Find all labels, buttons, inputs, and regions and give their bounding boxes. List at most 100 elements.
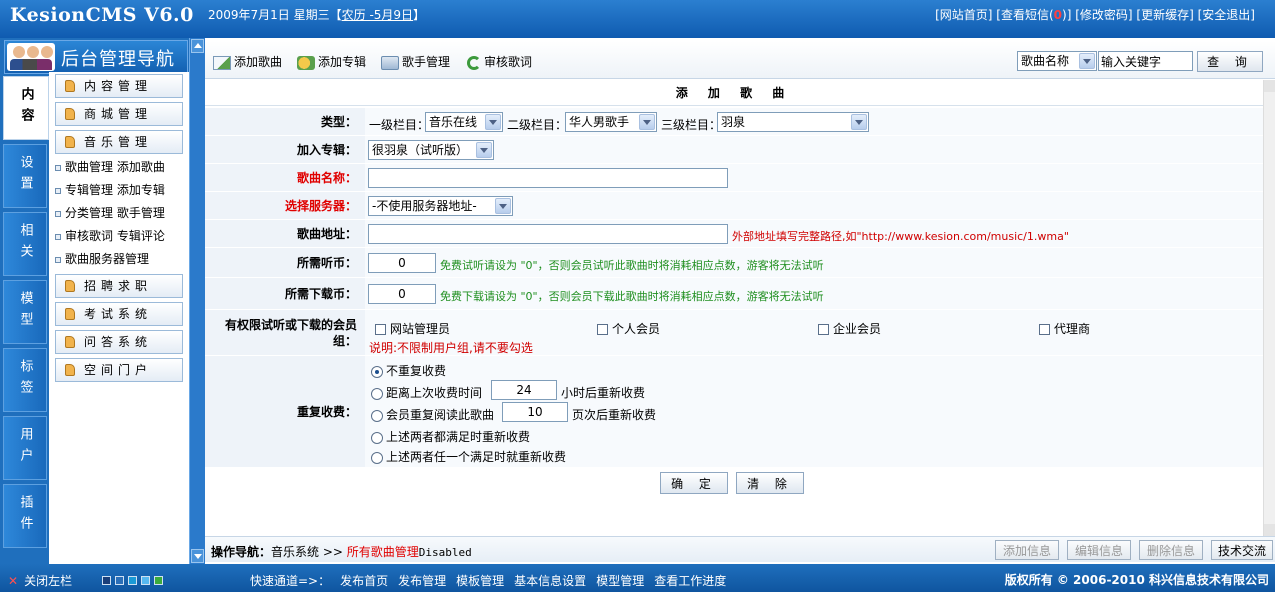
submit-button[interactable]: 确 定 (660, 472, 728, 494)
audit-lyrics-button[interactable]: 审核歌词 (467, 53, 532, 70)
search-field-select[interactable]: 歌曲名称 (1017, 51, 1097, 71)
group-personal-checkbox[interactable]: 个人会员 (597, 320, 660, 337)
repeat-times-radio[interactable]: 会员重复阅读此歌曲 (371, 406, 494, 423)
quick-template-manage[interactable]: 模板管理 (456, 574, 504, 588)
url-row: 歌曲地址： 外部地址填写完整路径,如"http://www.kesion.com… (205, 220, 1263, 248)
refresh-cache-link[interactable]: [更新缓存] (1136, 8, 1193, 22)
scroll-down-icon[interactable] (1264, 524, 1275, 536)
edit-info-button[interactable]: 编辑信息 (1067, 540, 1131, 560)
add-song-link[interactable]: 添加歌曲 (117, 160, 165, 174)
top-header: KesionCMS V6.0 2009年7月1日 星期三【农历 -5月9日】 [… (0, 0, 1275, 38)
nav-music-manage[interactable]: 音乐管理 (55, 130, 183, 154)
server-select[interactable]: -不使用服务器地址- (368, 196, 513, 216)
theme-swatch[interactable] (115, 576, 124, 585)
download-coins-hint: 免费下载请设为 "0"，否则会员下载此歌曲时将消耗相应点数，游客将无法试听 (440, 290, 824, 303)
song-url-input[interactable] (368, 224, 728, 244)
tab-model-label: 模型 (17, 291, 33, 333)
singer-manage-link[interactable]: 歌手管理 (117, 206, 165, 220)
quick-model-manage[interactable]: 模型管理 (596, 574, 644, 588)
album-comments-link[interactable]: 专辑评论 (117, 229, 165, 243)
content-scrollbar[interactable] (1263, 80, 1275, 536)
level3-select[interactable]: 羽泉 (717, 112, 869, 132)
change-password-link[interactable]: [修改密码] (1075, 8, 1132, 22)
repeat-either-label: 上述两者任一个满足时就重新收费 (386, 450, 567, 464)
nav-exam[interactable]: 考试系统 (55, 302, 183, 326)
theme-swatch[interactable] (102, 576, 111, 585)
repeat-times-input[interactable] (502, 402, 568, 422)
download-coins-input[interactable] (368, 284, 436, 304)
repeat-none-radio[interactable]: 不重复收费 (371, 362, 446, 379)
add-album-link[interactable]: 添加专辑 (117, 183, 165, 197)
repeat-either-radio[interactable]: 上述两者任一个满足时就重新收费 (371, 448, 566, 465)
nav-content-manage[interactable]: 内容管理 (55, 74, 183, 98)
tab-plugins[interactable]: 插件 (3, 484, 47, 548)
song-name-input[interactable] (368, 168, 728, 188)
groups-label-text: 有权限试听或下载的会员组： (224, 317, 357, 348)
tab-content[interactable]: 内容 (3, 76, 49, 140)
group-enterprise-label: 企业会员 (833, 322, 882, 336)
singer-icon (381, 55, 399, 70)
repeat-both-radio[interactable]: 上述两者都满足时重新收费 (371, 428, 530, 445)
theme-swatch[interactable] (128, 576, 137, 585)
group-agent-checkbox[interactable]: 代理商 (1039, 320, 1090, 337)
nav-shop-manage[interactable]: 商城管理 (55, 102, 183, 126)
tab-model[interactable]: 模型 (3, 280, 47, 344)
scroll-down-icon[interactable] (191, 549, 204, 563)
bullet-icon (55, 256, 61, 263)
add-song-button[interactable]: 添加歌曲 (213, 53, 282, 70)
group-admin-checkbox[interactable]: 网站管理员 (375, 320, 450, 337)
close-left-panel-button[interactable]: ✕ 关闭左栏 (8, 572, 72, 589)
search-input[interactable] (1098, 51, 1193, 71)
listen-coins-input[interactable] (368, 253, 436, 273)
clear-button[interactable]: 清 除 (736, 472, 804, 494)
type-row: 类型： 一级栏目： 音乐在线 二级栏目： 华人男歌手 三级栏目： 羽泉 (205, 108, 1263, 136)
listen-coins-value: 免费试听请设为 "0"，否则会员试听此歌曲时将消耗相应点数，游客将无法试听 (365, 248, 1263, 278)
breadcrumb-all-songs-link[interactable]: 所有歌曲管理 (347, 545, 419, 559)
group-enterprise-checkbox[interactable]: 企业会员 (818, 320, 881, 337)
theme-swatch[interactable] (141, 576, 150, 585)
logout-link[interactable]: [安全退出] (1198, 8, 1255, 22)
nav-jobs[interactable]: 招聘求职 (55, 274, 183, 298)
nav-scrollbar[interactable] (189, 38, 205, 564)
hand-icon (65, 136, 75, 148)
add-album-button-label: 添加专辑 (318, 55, 367, 69)
repeat-hours-input[interactable] (491, 380, 557, 400)
audit-lyrics-link[interactable]: 审核歌词 (65, 229, 113, 243)
messages-link-end: )] (1062, 8, 1072, 22)
tab-tags[interactable]: 标签 (3, 348, 47, 412)
scroll-up-icon[interactable] (1264, 80, 1275, 92)
song-server-manage-link[interactable]: 歌曲服务器管理 (65, 252, 149, 266)
tab-settings-label: 设置 (17, 155, 33, 197)
home-link[interactable]: [网站首页] (935, 8, 992, 22)
album-select-value: 很羽泉（试听版） (372, 143, 469, 157)
repeat-charge-label: 重复收费： (205, 356, 365, 468)
checkbox-icon (597, 324, 608, 335)
scroll-up-icon[interactable] (191, 39, 204, 53)
theme-swatch[interactable] (154, 576, 163, 585)
repeat-hours-radio[interactable]: 距离上次收费时间 (371, 384, 482, 401)
singer-manage-button[interactable]: 歌手管理 (381, 53, 450, 70)
quick-publish-home[interactable]: 发布首页 (340, 574, 388, 588)
quick-work-progress[interactable]: 查看工作进度 (654, 574, 726, 588)
tab-settings[interactable]: 设置 (3, 144, 47, 208)
tab-users[interactable]: 用户 (3, 416, 47, 480)
nav-qa[interactable]: 问答系统 (55, 330, 183, 354)
song-manage-link[interactable]: 歌曲管理 (65, 160, 113, 174)
nav-space[interactable]: 空间门户 (55, 358, 183, 382)
add-album-button[interactable]: 添加专辑 (297, 53, 366, 70)
delete-info-button[interactable]: 删除信息 (1139, 540, 1203, 560)
download-coins-label: 所需下载币： (205, 278, 365, 310)
level2-select[interactable]: 华人男歌手 (565, 112, 657, 132)
quick-basic-settings[interactable]: 基本信息设置 (514, 574, 586, 588)
lunar-date-link[interactable]: 农历 -5月9日 (342, 8, 413, 22)
album-select[interactable]: 很羽泉（试听版） (368, 140, 494, 160)
category-manage-link[interactable]: 分类管理 (65, 206, 113, 220)
album-manage-link[interactable]: 专辑管理 (65, 183, 113, 197)
messages-link[interactable]: [查看短信(0)] (996, 8, 1071, 22)
level1-select[interactable]: 音乐在线 (425, 112, 503, 132)
search-button[interactable]: 查 询 (1197, 51, 1263, 72)
tech-support-button[interactable]: 技术交流 (1211, 540, 1273, 560)
tab-related[interactable]: 相关 (3, 212, 47, 276)
add-info-button[interactable]: 添加信息 (995, 540, 1059, 560)
quick-publish-manage[interactable]: 发布管理 (398, 574, 446, 588)
